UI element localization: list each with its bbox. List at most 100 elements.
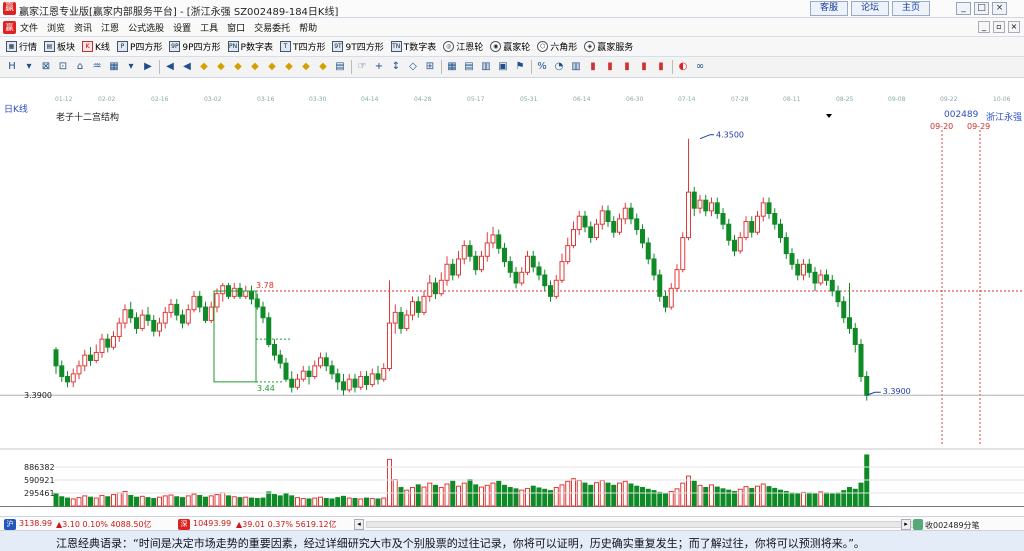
bar-icon[interactable]: ▮: [637, 60, 651, 74]
volume-bar: [174, 496, 180, 507]
toolbar-button[interactable]: ▦ 行情: [6, 40, 37, 53]
diamond-icon[interactable]: ◆: [197, 60, 211, 74]
scroll-right-icon[interactable]: ▸: [901, 519, 911, 530]
volume-bar: [151, 498, 157, 507]
grid-icon[interactable]: ⊠: [39, 60, 53, 74]
menu-item[interactable]: 文件: [20, 21, 38, 34]
mdi-minimize-icon[interactable]: _: [978, 21, 990, 33]
menu-item[interactable]: 资讯: [74, 21, 92, 34]
dropdown-icon[interactable]: ▾: [22, 60, 36, 74]
candle-body: [364, 376, 369, 386]
toolbar-button[interactable]: ◉ 赢家轮: [490, 40, 530, 53]
crosshair-icon[interactable]: +: [372, 60, 386, 74]
menu-item[interactable]: 工具: [200, 21, 218, 34]
maximize-icon[interactable]: □: [974, 2, 989, 15]
mdi-restore-icon[interactable]: ▫: [993, 21, 1005, 33]
toolbar-button[interactable]: ◈ 赢家服务: [584, 40, 633, 53]
candle-body: [272, 343, 277, 356]
toolbar-button[interactable]: P P四方形: [116, 40, 162, 53]
bar-icon[interactable]: ▮: [586, 60, 600, 74]
hand-icon[interactable]: ☞: [355, 60, 369, 74]
infinity-icon[interactable]: ∞: [693, 60, 707, 74]
calc-icon[interactable]: ▦: [445, 60, 459, 74]
volume-bar: [111, 494, 116, 507]
candle-body: [289, 378, 295, 388]
toolbar-button-label: T数字表: [403, 43, 437, 53]
menu-item[interactable]: 浏览: [47, 21, 65, 34]
diamond-icon[interactable]: ◆: [214, 60, 228, 74]
date-tick-label: 08-25: [836, 96, 854, 103]
toolbar-button[interactable]: K K线: [82, 40, 110, 53]
prev-icon[interactable]: ◀: [180, 60, 194, 74]
toolbar-button[interactable]: 9T 9T四方形: [332, 40, 384, 53]
candle-body: [191, 295, 197, 311]
link-customer-service[interactable]: 客服: [810, 1, 848, 16]
candle-body: [530, 255, 536, 268]
diamond-icon[interactable]: ◆: [282, 60, 296, 74]
9t-square-icon: 9T: [332, 41, 344, 52]
dropdown-icon[interactable]: ▾: [124, 60, 138, 74]
bars-icon[interactable]: ▤: [333, 60, 347, 74]
diamond-icon[interactable]: ◆: [248, 60, 262, 74]
diamond-icon[interactable]: ◆: [299, 60, 313, 74]
p-number-table-icon: PN: [227, 41, 239, 52]
document-icon: 赢: [3, 21, 16, 34]
toolbar-button[interactable]: ▤ 板块: [44, 40, 75, 53]
scroll-left-icon[interactable]: ◂: [354, 519, 364, 530]
bar-icon[interactable]: ▮: [654, 60, 668, 74]
table-icon[interactable]: ▦: [107, 60, 121, 74]
frame-icon[interactable]: ⊡: [56, 60, 70, 74]
menu-item[interactable]: 设置: [173, 21, 191, 34]
bar-icon[interactable]: ▥: [569, 60, 583, 74]
chart-icon[interactable]: ▥: [479, 60, 493, 74]
toolbar-button[interactable]: 9P 9P四方形: [169, 40, 221, 53]
high-marker-leader: [699, 134, 714, 140]
winner-wheel-icon: ◉: [490, 41, 502, 52]
toolbar-button[interactable]: PN P数字表: [227, 40, 273, 53]
sh-index-icon: 沪: [4, 519, 16, 530]
toolbar-button[interactable]: ⬡ 六角形: [537, 40, 577, 53]
percent-icon[interactable]: %: [535, 60, 549, 74]
link-forum[interactable]: 论坛: [851, 1, 889, 16]
mdi-close-icon[interactable]: ×: [1008, 21, 1020, 33]
box-icon[interactable]: ⊞: [423, 60, 437, 74]
bar-icon[interactable]: ▮: [620, 60, 634, 74]
wave-icon[interactable]: ♒: [90, 60, 104, 74]
minimize-icon[interactable]: _: [956, 2, 971, 15]
sz-index-change: ▲39.01 0.37% 5619.12亿: [236, 520, 337, 529]
save-icon[interactable]: ▣: [496, 60, 510, 74]
color-icon[interactable]: ◐: [676, 60, 690, 74]
back-icon[interactable]: ◀: [163, 60, 177, 74]
menu-item[interactable]: 窗口: [227, 21, 245, 34]
candle-body: [404, 314, 410, 329]
link-home[interactable]: 主页: [892, 1, 930, 16]
diamond-icon[interactable]: ◆: [316, 60, 330, 74]
toolbar-button[interactable]: T T四方形: [279, 40, 325, 53]
candle-body: [536, 266, 542, 276]
toolbar-button[interactable]: TN T数字表: [390, 40, 437, 53]
menu-item[interactable]: 江恩: [101, 21, 119, 34]
candle-body: [237, 287, 243, 297]
shape-icon[interactable]: ◇: [406, 60, 420, 74]
diamond-icon[interactable]: ◆: [265, 60, 279, 74]
play-icon[interactable]: ▶: [141, 60, 155, 74]
flag-icon[interactable]: ⚑: [513, 60, 527, 74]
volume-bar: [65, 497, 70, 507]
bar-icon[interactable]: ▮: [603, 60, 617, 74]
candlestick-chart[interactable]: 3.78 3.44 4.3500 3.3900 09-20 09-29 3.3900 8863…: [0, 106, 1024, 516]
close-icon[interactable]: ×: [992, 2, 1007, 15]
pie-icon[interactable]: ◔: [552, 60, 566, 74]
menu-item[interactable]: 帮助: [299, 21, 317, 34]
h-tool-icon[interactable]: H: [5, 60, 19, 74]
resize-icon[interactable]: ↕: [389, 60, 403, 74]
menu-item[interactable]: 公式选股: [128, 21, 164, 34]
toolbar-button[interactable]: ◎ 江恩轮: [443, 40, 483, 53]
menu-item[interactable]: 交易委托: [254, 21, 290, 34]
list-icon[interactable]: ▤: [462, 60, 476, 74]
home-icon[interactable]: ⌂: [73, 60, 87, 74]
ticker-scrollbar[interactable]: [366, 521, 922, 528]
volume-bar: [214, 494, 220, 507]
tick-data-link[interactable]: 收002489分笔: [925, 520, 980, 531]
diamond-icon[interactable]: ◆: [231, 60, 245, 74]
candle-body: [496, 234, 502, 249]
